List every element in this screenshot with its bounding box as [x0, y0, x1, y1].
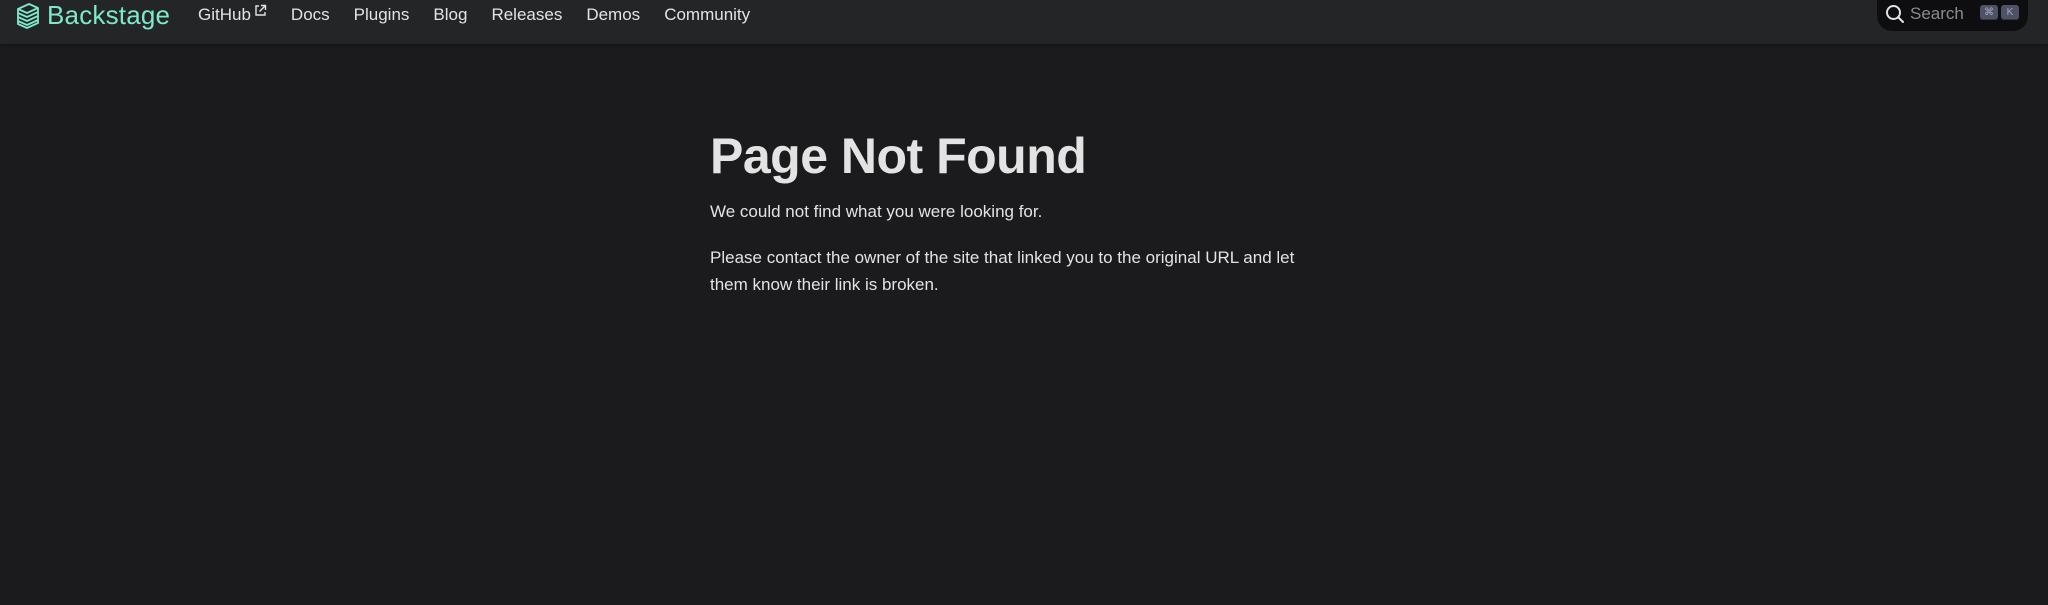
- nav-link-label: Demos: [586, 5, 641, 24]
- nav-link-github[interactable]: GitHub: [198, 0, 267, 30]
- contact-owner-message: Please contact the owner of the site tha…: [710, 248, 1295, 294]
- nav-link-releases[interactable]: Releases: [491, 0, 562, 30]
- external-link-icon: [254, 0, 267, 27]
- nav-link-demos[interactable]: Demos: [586, 0, 640, 30]
- nav-link-community[interactable]: Community: [664, 0, 750, 30]
- nav-link-label: Releases: [491, 5, 563, 24]
- search-placeholder: Search: [1910, 4, 1964, 23]
- nav-link-label: Docs: [290, 5, 330, 24]
- navbar: Backstage GitHub Docs Plugins Blog Relea…: [0, 0, 2048, 44]
- nav-menu: GitHub Docs Plugins Blog Releases Demos: [198, 0, 774, 30]
- page-title: Page Not Found: [710, 128, 1087, 184]
- not-found-message: We could not find what you were looking …: [710, 202, 1043, 221]
- backstage-logo-icon: [15, 1, 41, 29]
- nav-link-blog[interactable]: Blog: [433, 0, 467, 30]
- nav-link-plugins[interactable]: Plugins: [354, 0, 410, 30]
- search-button[interactable]: Search ⌘ K: [1877, 0, 2028, 31]
- search-icon: [1885, 4, 1905, 29]
- nav-link-label: Plugins: [353, 5, 410, 24]
- brand-link[interactable]: Backstage: [15, 0, 170, 30]
- shortcut-key-k: K: [2001, 5, 2019, 20]
- nav-link-label: Community: [664, 5, 751, 24]
- brand-title: Backstage: [47, 0, 171, 30]
- nav-link-label: Blog: [433, 5, 468, 24]
- shortcut-key-cmd: ⌘: [1980, 5, 1998, 20]
- nav-link-label: GitHub: [198, 5, 251, 24]
- main-content: Page Not Found We could not find what yo…: [710, 128, 1330, 298]
- nav-link-docs[interactable]: Docs: [291, 0, 330, 30]
